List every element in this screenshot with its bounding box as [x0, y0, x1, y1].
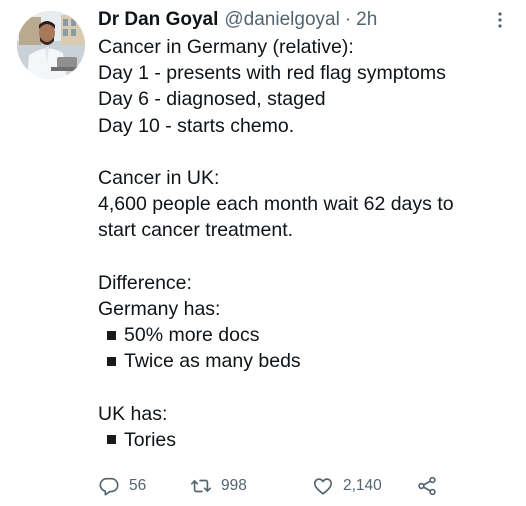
- bullet-square-icon: [107, 356, 116, 366]
- retweet-button[interactable]: 998: [190, 474, 247, 498]
- share-button[interactable]: [416, 474, 438, 498]
- bullet-text: Twice as many beds: [124, 350, 301, 373]
- text-line: start cancer treatment.: [98, 219, 294, 242]
- share-icon: [418, 476, 436, 496]
- more-vertical-icon[interactable]: [494, 10, 506, 30]
- reply-icon: [99, 477, 119, 496]
- bullet-item: 50% more docs: [98, 322, 508, 348]
- reply-count: 56: [129, 477, 147, 494]
- text-line: 4,600 people each month wait 62 days to: [98, 193, 454, 216]
- tweet-actions: 56 998 2,140: [98, 474, 518, 498]
- text-line: Day 6 - diagnosed, staged: [98, 88, 326, 111]
- bullet-square-icon: [107, 330, 116, 340]
- author-handle[interactable]: @danielgoyal: [224, 9, 339, 31]
- text-line: Germany has:: [98, 297, 221, 320]
- like-button[interactable]: 2,140: [312, 474, 382, 498]
- tweet-header: Dr Dan Goyal @danielgoyal · 2h: [98, 7, 377, 33]
- timestamp[interactable]: 2h: [356, 9, 377, 31]
- author-name[interactable]: Dr Dan Goyal: [98, 9, 218, 31]
- retweet-count: 998: [221, 477, 247, 494]
- reply-button[interactable]: 56: [98, 474, 146, 498]
- like-count: 2,140: [343, 477, 382, 494]
- bullet-item: Twice as many beds: [98, 348, 508, 374]
- avatar[interactable]: [17, 11, 85, 79]
- tweet: Dr Dan Goyal @danielgoyal · 2h Cancer in…: [0, 0, 526, 506]
- bullet-item: Tories: [98, 427, 508, 453]
- heart-icon: [313, 478, 333, 495]
- bullet-text: 50% more docs: [124, 324, 260, 347]
- avatar-photo: [17, 11, 85, 79]
- bullet-square-icon: [107, 435, 116, 445]
- tweet-text: Cancer in Germany (relative): Day 1 - pr…: [98, 34, 508, 453]
- text-line: Day 10 - starts chemo.: [98, 114, 295, 137]
- text-line: Cancer in UK:: [98, 166, 220, 189]
- text-line: Day 1 - presents with red flag symptoms: [98, 62, 446, 85]
- separator-dot: ·: [344, 9, 352, 30]
- retweet-icon: [191, 479, 211, 493]
- text-line: Difference:: [98, 271, 192, 294]
- bullet-text: Tories: [124, 428, 177, 451]
- text-line: UK has:: [98, 402, 168, 425]
- text-line: Cancer in Germany (relative):: [98, 36, 354, 58]
